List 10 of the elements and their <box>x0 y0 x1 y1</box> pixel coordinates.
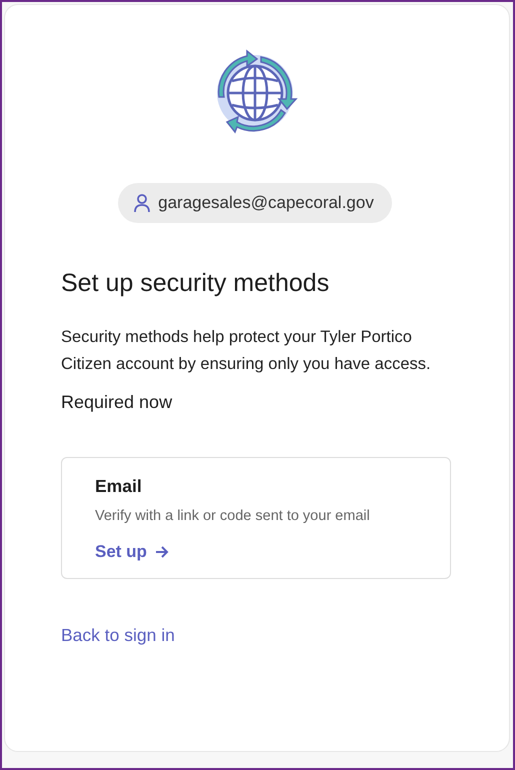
user-icon <box>134 193 150 213</box>
account-email: garagesales@capecoral.gov <box>158 193 374 213</box>
page-heading: Set up security methods <box>61 269 330 298</box>
setup-link[interactable]: Set up <box>95 542 169 562</box>
method-description: Verify with a link or code sent to your email <box>95 508 370 524</box>
method-title: Email <box>95 476 142 497</box>
back-link[interactable]: Back to sign in <box>61 625 175 646</box>
section-label: Required now <box>61 392 174 413</box>
description-text: Security methods help protect your Tyler Portico Citizen account by ensuring only you have access. <box>61 327 432 375</box>
arrow-right-icon <box>154 546 169 558</box>
